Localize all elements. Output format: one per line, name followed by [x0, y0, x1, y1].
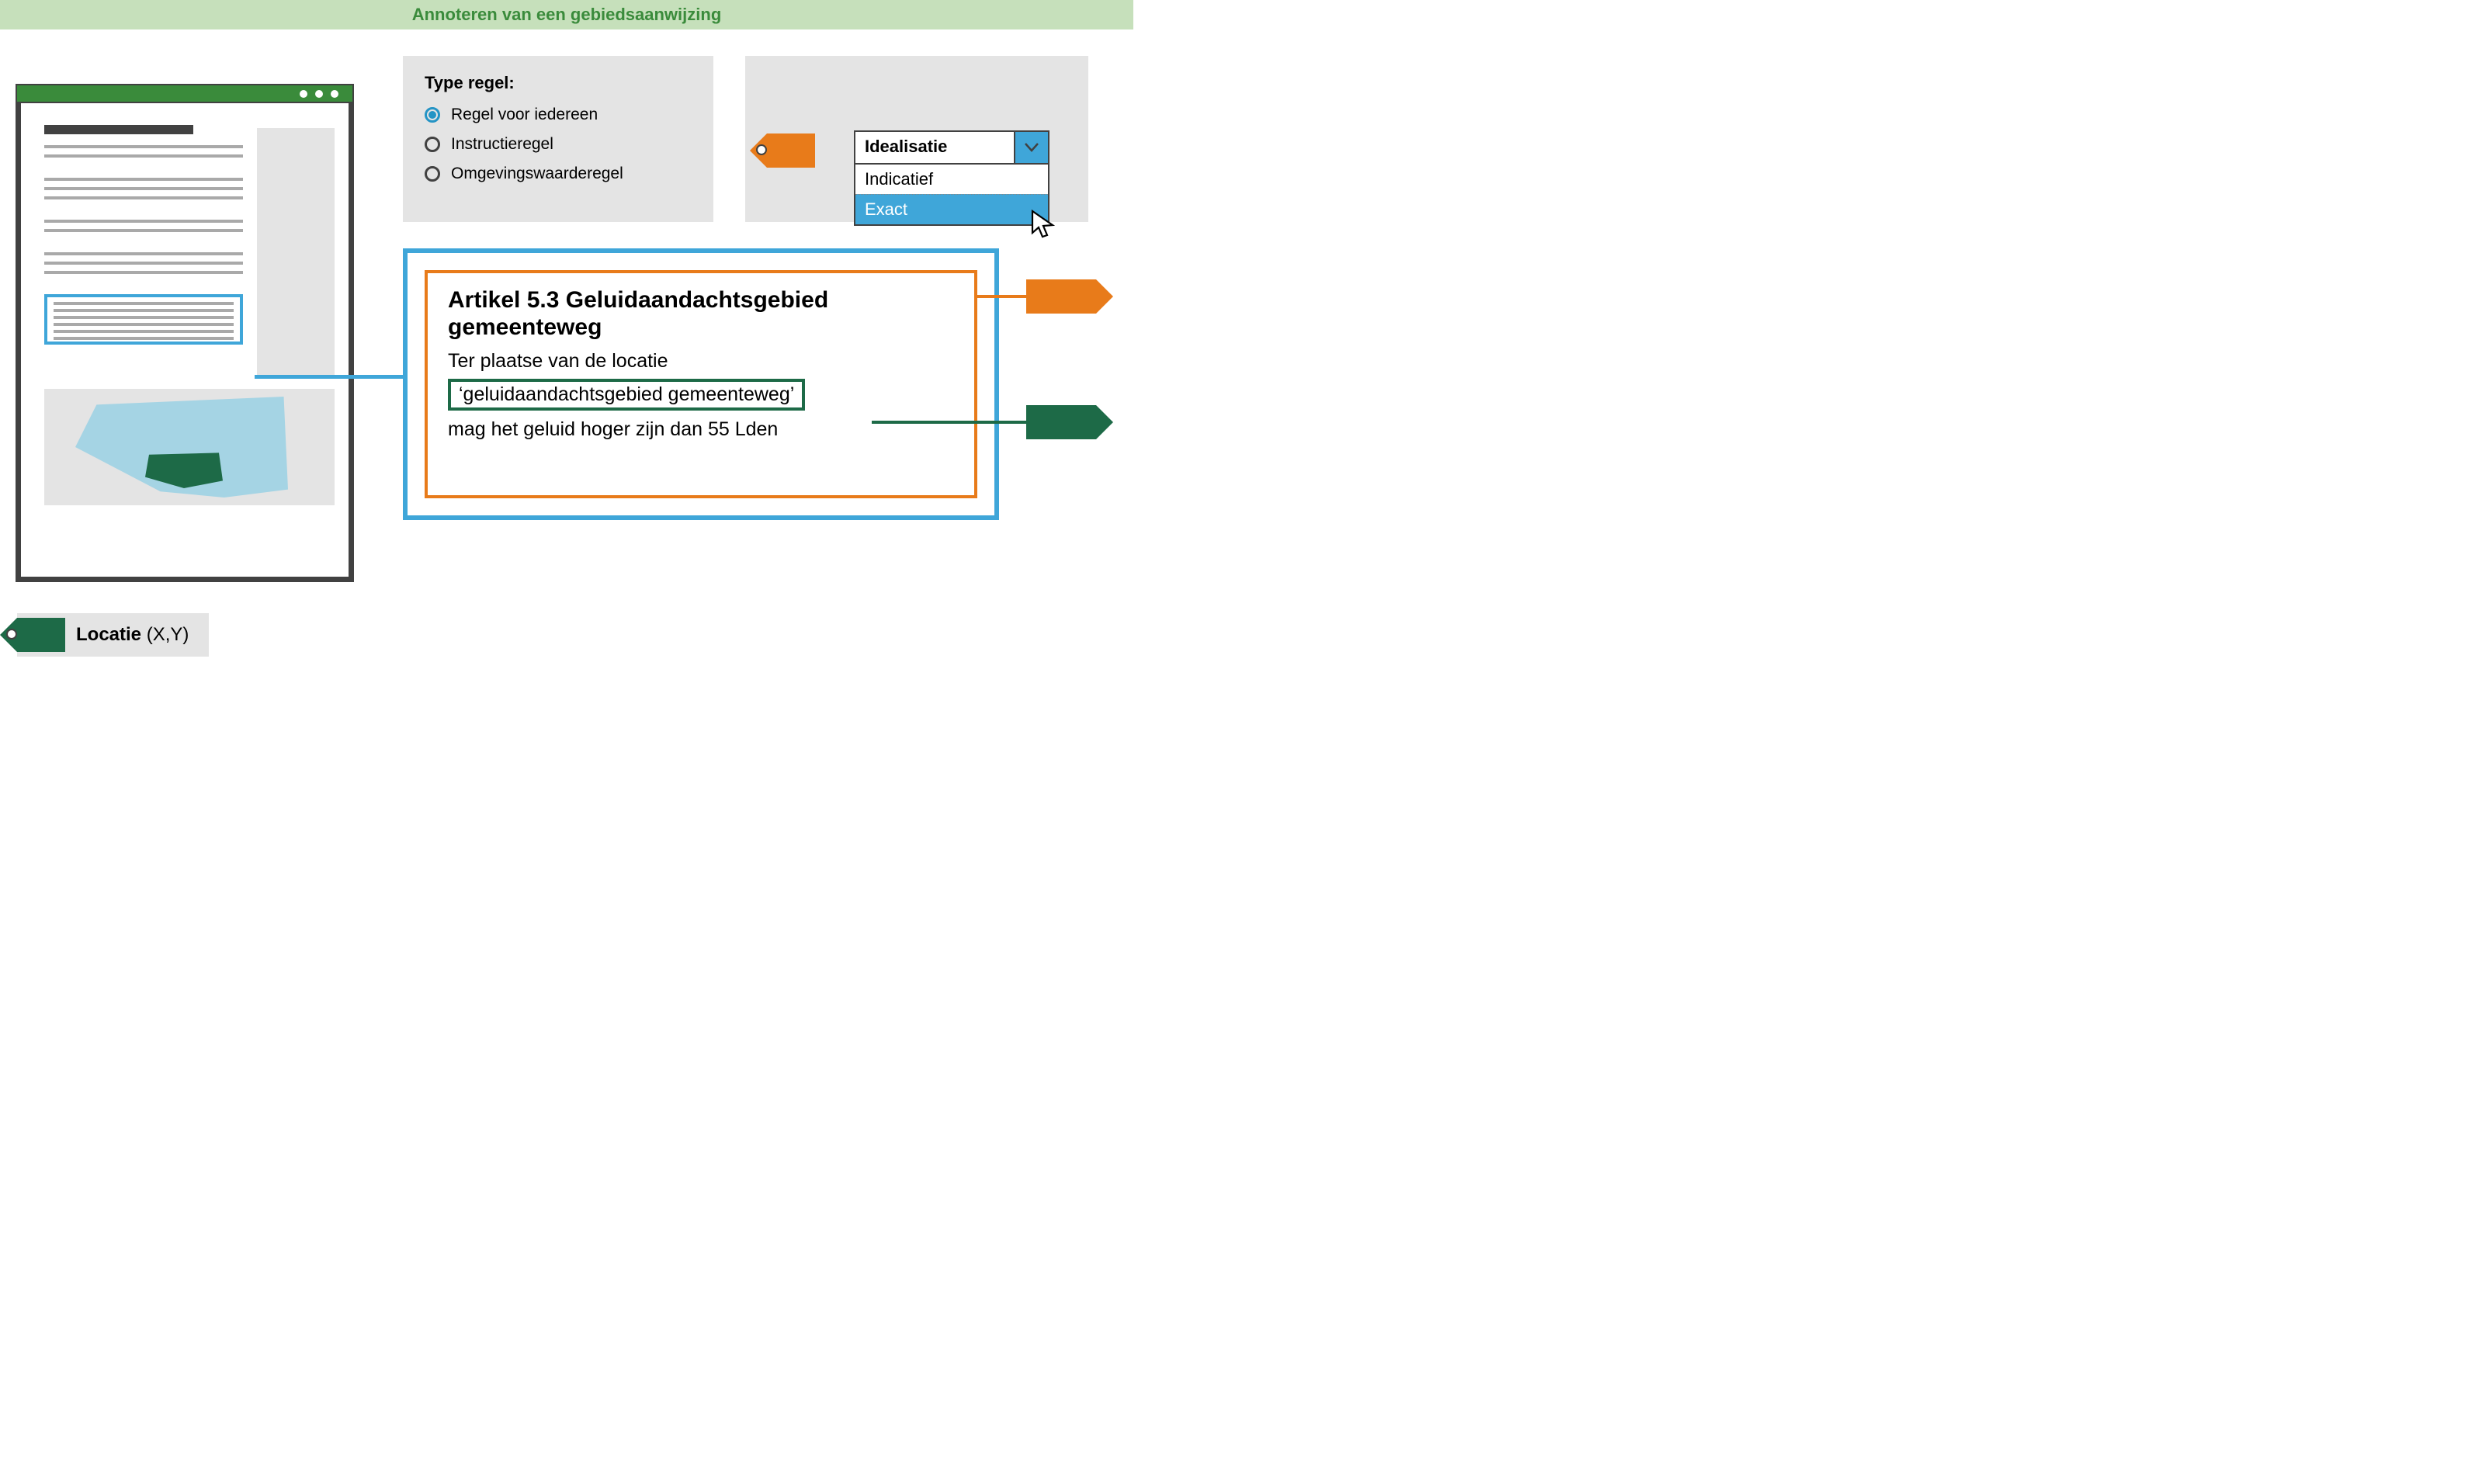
type-regel-panel: Type regel: Regel voor iedereen Instruct… [403, 56, 713, 222]
annotation-tag-green [1026, 405, 1096, 439]
article-text-line: Ter plaatse van de locatie [448, 350, 954, 373]
radio-icon [425, 107, 440, 123]
legend-locatie: Locatie (X,Y) [17, 613, 209, 657]
doc-text-line [44, 178, 243, 181]
connector-line [872, 421, 1029, 424]
legend-tag-icon [17, 618, 65, 652]
dropdown-item-indicatief[interactable]: Indicatief [855, 165, 1048, 194]
selected-article-block[interactable] [44, 294, 243, 345]
tag-orange-icon [1026, 279, 1096, 314]
radio-omgevingswaarderegel[interactable]: Omgevingswaarderegel [425, 165, 692, 183]
dropdown-list: Indicatief Exact [855, 163, 1048, 224]
page-title: Annoteren van een gebiedsaanwijzing [412, 5, 722, 25]
window-dot [300, 90, 307, 98]
window-dot [331, 90, 338, 98]
article-frame: Artikel 5.3 Geluidaandachtsgebied gemeen… [403, 248, 999, 520]
idealisatie-tag [767, 133, 815, 172]
document-body [21, 103, 349, 384]
doc-sidebar-panel [257, 128, 335, 376]
doc-text-line [44, 262, 243, 265]
article-title: Artikel 5.3 Geluidaandachtsgebied gemeen… [448, 287, 954, 341]
radio-regel-iedereen[interactable]: Regel voor iedereen [425, 106, 692, 124]
chevron-down-icon[interactable] [1015, 132, 1048, 163]
window-dot [315, 90, 323, 98]
doc-text-line [44, 252, 243, 255]
radio-icon [425, 137, 440, 152]
radio-label: Instructieregel [451, 135, 553, 154]
doc-text-line [44, 145, 243, 148]
doc-text-line [44, 154, 243, 158]
legend-label: Locatie (X,Y) [76, 624, 189, 646]
doc-text-line [44, 229, 243, 232]
radio-label: Regel voor iedereen [451, 106, 598, 124]
type-regel-title: Type regel: [425, 73, 692, 93]
tag-green-icon [1026, 405, 1096, 439]
doc-text-line [44, 271, 243, 274]
radio-icon [425, 166, 440, 182]
document-browser-mock [16, 98, 354, 582]
article-inner: Artikel 5.3 Geluidaandachtsgebied gemeen… [425, 270, 977, 498]
doc-heading-line [44, 125, 193, 134]
radio-instructieregel[interactable]: Instructieregel [425, 135, 692, 154]
idealisatie-panel: Idealisatie Indicatief Exact [745, 56, 1088, 222]
tag-orange-icon [767, 133, 815, 168]
browser-topbar [16, 84, 354, 103]
radio-label: Omgevingswaarderegel [451, 165, 623, 183]
connector-line [255, 375, 403, 379]
dropdown-item-exact[interactable]: Exact [855, 194, 1048, 224]
doc-text-line [44, 220, 243, 223]
cursor-icon [1031, 210, 1057, 239]
map-thumbnail [44, 389, 335, 505]
title-bar: Annoteren van een gebiedsaanwijzing [0, 0, 1133, 29]
dropdown-selected[interactable]: Idealisatie [855, 132, 1015, 163]
location-box[interactable]: ‘geluidaandachtsgebied gemeenteweg’ [448, 379, 805, 411]
idealisatie-dropdown[interactable]: Idealisatie Indicatief Exact [854, 130, 1049, 226]
doc-text-line [44, 196, 243, 199]
doc-text-line [44, 187, 243, 190]
annotation-tag-orange [1026, 279, 1096, 314]
connector-line [975, 295, 1029, 298]
